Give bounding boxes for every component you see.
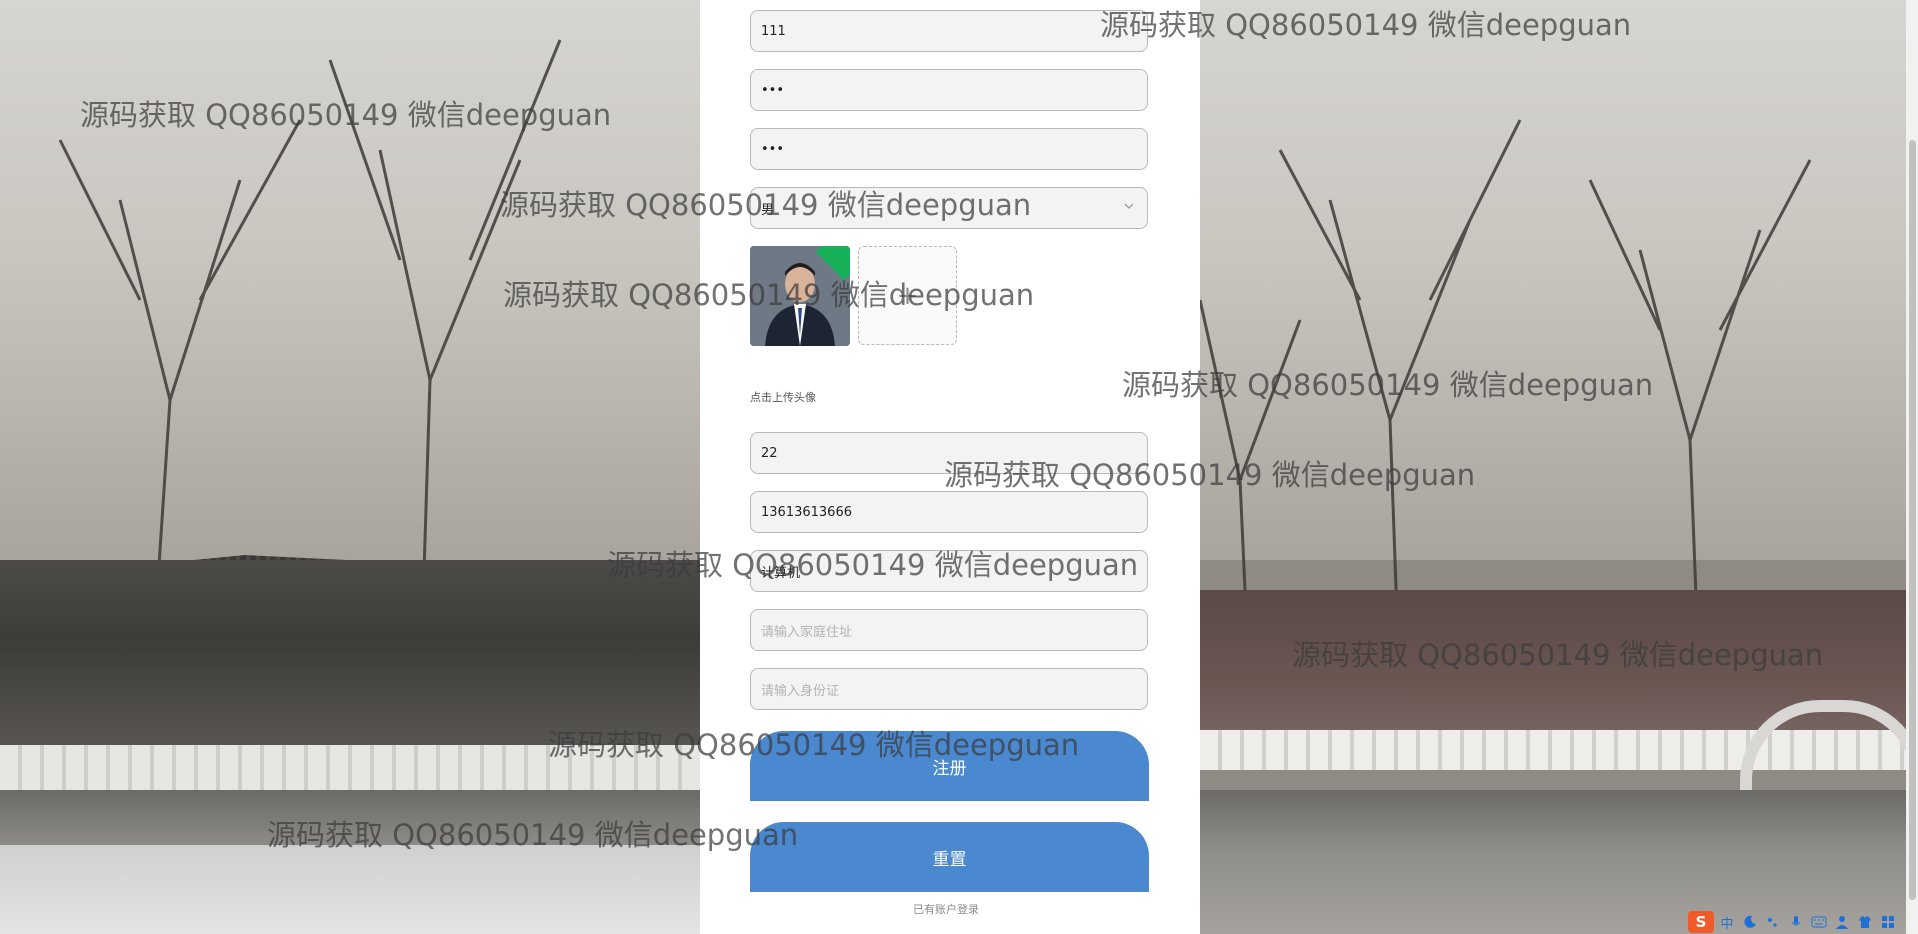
reset-label: 重置 — [932, 849, 967, 870]
ime-language-indicator[interactable]: 中 — [1717, 912, 1737, 932]
user-icon[interactable] — [1832, 912, 1852, 932]
phone-input[interactable]: 13613613666 — [750, 491, 1148, 533]
username-value: 111 — [761, 23, 786, 39]
major-input[interactable]: 计算机 — [750, 550, 1148, 592]
password-value: ••• — [761, 82, 785, 98]
confirm-password-input[interactable]: ••• — [750, 128, 1148, 170]
major-value: 计算机 — [761, 565, 801, 581]
phone-value: 13613613666 — [761, 504, 852, 520]
avatar-upload-hint: 点击上传头像 — [750, 391, 816, 404]
username-input[interactable]: 111 — [750, 10, 1148, 52]
gender-selected-value: 男 — [761, 202, 775, 218]
microphone-icon[interactable] — [1786, 912, 1806, 932]
left-building — [0, 560, 700, 760]
age-value: 22 — [761, 445, 778, 461]
register-button[interactable]: 注册 — [750, 731, 1149, 801]
keyboard-icon[interactable] — [1809, 912, 1829, 932]
moon-icon[interactable] — [1740, 912, 1760, 932]
grid-menu-icon[interactable] — [1878, 912, 1898, 932]
address-input[interactable]: 请输入家庭住址 — [750, 609, 1148, 651]
avatar-upload-button[interactable]: + — [858, 246, 957, 345]
system-tray: S 中 — [1688, 910, 1918, 934]
sogou-ime-icon[interactable]: S — [1688, 911, 1714, 933]
scrollbar-thumb[interactable] — [1909, 140, 1916, 900]
login-link[interactable]: 已有账户登录 — [913, 901, 979, 917]
ice — [0, 845, 700, 934]
shirt-icon[interactable] — [1855, 912, 1875, 932]
left-railing — [0, 745, 700, 790]
register-label: 注册 — [932, 758, 967, 779]
plus-icon: + — [896, 280, 919, 311]
reset-button[interactable]: 重置 — [750, 822, 1149, 892]
idcard-input[interactable]: 请输入身份证 — [750, 668, 1148, 710]
address-placeholder: 请输入家庭住址 — [761, 624, 853, 640]
chevron-down-icon — [1123, 200, 1137, 214]
password-input[interactable]: ••• — [750, 69, 1148, 111]
idcard-placeholder: 请输入身份证 — [761, 683, 840, 699]
gender-select[interactable]: 男 — [750, 187, 1148, 229]
avatar-preview[interactable] — [750, 246, 850, 346]
age-input[interactable]: 22 — [750, 432, 1148, 474]
punctuation-icon[interactable] — [1763, 912, 1783, 932]
confirm-password-value: ••• — [761, 141, 785, 157]
